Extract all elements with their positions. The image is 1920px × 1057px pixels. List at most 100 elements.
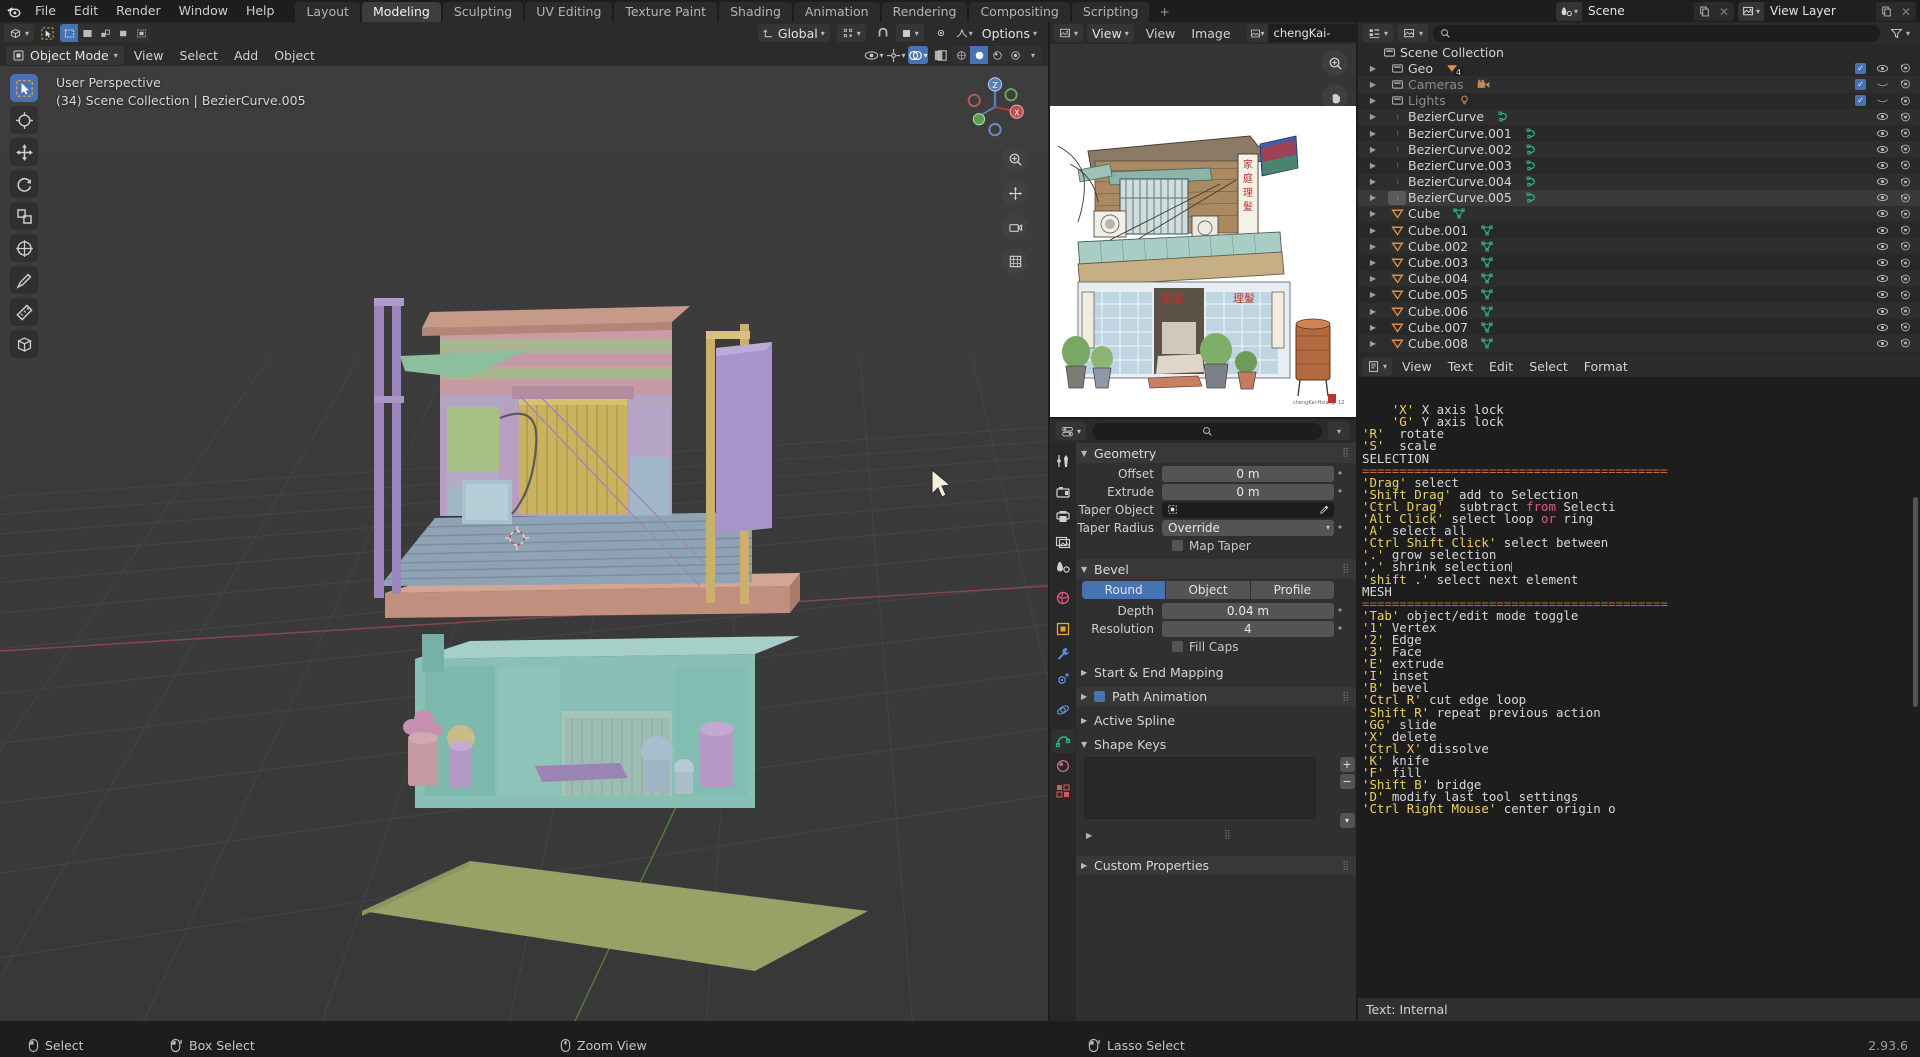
- navigation-gizmo[interactable]: Z X: [962, 74, 1028, 140]
- zoom-icon[interactable]: [1322, 50, 1348, 76]
- proportional-edit-falloff[interactable]: ▾: [896, 24, 924, 42]
- image-menu-image-1[interactable]: Image: [1183, 24, 1238, 43]
- outliner-row[interactable]: ▶Geo4✓: [1358, 60, 1920, 76]
- expand-arrow-icon[interactable]: ▶: [1366, 274, 1380, 283]
- visibility-eye-icon[interactable]: [1876, 241, 1889, 252]
- add-cube-tool[interactable]: [10, 330, 38, 358]
- unlink-x-icon[interactable]: ✕: [1714, 2, 1734, 21]
- move-view-icon[interactable]: [1002, 180, 1028, 206]
- text-editor-content[interactable]: 'X' X axis lock 'G' Y axis lock'R' rotat…: [1358, 377, 1920, 998]
- visibility-eye-icon[interactable]: [1876, 63, 1889, 74]
- mesh-data-icon[interactable]: [1480, 256, 1494, 269]
- properties-options-dropdown[interactable]: ▾: [1328, 422, 1350, 440]
- curve-data-icon[interactable]: [1496, 110, 1510, 123]
- expand-arrow-icon[interactable]: ▶: [1366, 258, 1380, 267]
- physics-tab[interactable]: [1051, 698, 1075, 722]
- menu-window[interactable]: Window: [170, 0, 237, 22]
- intersect-select-icon[interactable]: [132, 24, 150, 42]
- visibility-eye-icon[interactable]: [1876, 273, 1889, 284]
- render-visibility-icon[interactable]: [1899, 289, 1912, 301]
- exclude-checkbox[interactable]: ✓: [1855, 79, 1866, 90]
- blender-logo-icon[interactable]: [0, 0, 26, 22]
- transform-tool[interactable]: [10, 234, 38, 262]
- visibility-eye-icon[interactable]: [1876, 160, 1889, 171]
- viewport-menu-view[interactable]: View: [126, 46, 172, 65]
- expand-arrow-icon[interactable]: ▶: [1366, 80, 1380, 89]
- tweak-select-mode-icon[interactable]: [78, 24, 96, 42]
- proportional-edit-icon[interactable]: [931, 24, 951, 42]
- visibility-eye-icon[interactable]: ▾: [864, 46, 884, 64]
- scene-selector[interactable]: ▾ Scene ✕: [1556, 2, 1734, 21]
- image-editor[interactable]: 家 庭 理 髮: [1050, 44, 1356, 417]
- visibility-eye-icon[interactable]: [1876, 322, 1889, 333]
- workspace-tab-shading[interactable]: Shading: [719, 2, 792, 22]
- visibility-eye-icon[interactable]: [1876, 144, 1889, 155]
- bevel-depth-field[interactable]: 0.04 m: [1162, 603, 1334, 619]
- exclude-checkbox[interactable]: ✓: [1855, 63, 1866, 74]
- offset-animate-dot[interactable]: •: [1334, 467, 1346, 480]
- modifier-tab[interactable]: [1051, 642, 1075, 666]
- drag-handle[interactable]: ⣿: [1342, 448, 1350, 458]
- texture-tab[interactable]: [1051, 779, 1075, 803]
- fill-caps-row[interactable]: Fill Caps: [1076, 638, 1356, 655]
- taper-object-field[interactable]: [1162, 502, 1334, 518]
- outliner-row[interactable]: ▶Cube.005: [1358, 287, 1920, 303]
- outliner-row[interactable]: ▶Cube: [1358, 206, 1920, 222]
- outliner-row[interactable]: ▶Cube.003: [1358, 254, 1920, 270]
- mode-selector[interactable]: Object Mode▾: [6, 46, 124, 65]
- expand-arrow-icon[interactable]: ▶: [1366, 242, 1380, 251]
- outliner-row[interactable]: ▶Cameras✓: [1358, 76, 1920, 92]
- world-tab[interactable]: [1051, 586, 1075, 610]
- shape-keys-list[interactable]: [1084, 757, 1316, 819]
- visibility-eye-icon[interactable]: [1876, 128, 1889, 139]
- overlays-icon[interactable]: ▾: [908, 46, 928, 64]
- scene-tab[interactable]: [1051, 555, 1075, 579]
- curve-data-icon[interactable]: [1524, 143, 1538, 156]
- 3d-viewport[interactable]: User Perspective (34) Scene Collection |…: [0, 66, 1048, 1021]
- outliner-row[interactable]: ▶Cube.001: [1358, 222, 1920, 238]
- properties-search-input[interactable]: [1092, 423, 1322, 440]
- mesh-data-icon[interactable]: [1480, 272, 1494, 285]
- menu-file[interactable]: File: [26, 0, 65, 22]
- bevel-depth-animate-dot[interactable]: •: [1334, 604, 1346, 617]
- render-tab[interactable]: [1051, 480, 1075, 504]
- zoom-icon[interactable]: [1002, 146, 1028, 172]
- workspace-tab-modeling[interactable]: Modeling: [362, 2, 441, 22]
- outliner-row[interactable]: ▶BezierCurve.003: [1358, 157, 1920, 173]
- taper-radius-animate-dot[interactable]: •: [1334, 521, 1346, 534]
- image-editor-view-mode[interactable]: View▾: [1087, 24, 1134, 42]
- bevel-panel-header[interactable]: ▼ Bevel ⣿: [1076, 559, 1356, 579]
- shading-mode-group[interactable]: ▾: [952, 46, 1042, 64]
- expand-arrow-icon[interactable]: ▶: [1366, 177, 1380, 186]
- outliner-row[interactable]: ▶BezierCurve.002: [1358, 141, 1920, 157]
- view-layer-name[interactable]: View Layer: [1764, 2, 1876, 21]
- menu-edit[interactable]: Edit: [65, 0, 107, 22]
- render-visibility-icon[interactable]: [1899, 273, 1912, 285]
- render-visibility-icon[interactable]: [1899, 192, 1912, 204]
- expand-arrow-icon[interactable]: ▶: [1366, 96, 1380, 105]
- render-visibility-icon[interactable]: [1899, 321, 1912, 333]
- bevel-resolution-animate-dot[interactable]: •: [1334, 622, 1346, 635]
- options-button[interactable]: Options▾: [977, 24, 1042, 42]
- outliner-row[interactable]: ▶Cube.004: [1358, 271, 1920, 287]
- material-tab[interactable]: [1051, 754, 1075, 778]
- mesh-data-icon[interactable]: [1452, 207, 1466, 220]
- bevel-profile-button[interactable]: Profile: [1251, 581, 1334, 599]
- visibility-eye-icon[interactable]: [1876, 257, 1889, 268]
- visibility-eye-icon[interactable]: [1876, 79, 1889, 90]
- select-mode-group[interactable]: [60, 24, 150, 42]
- render-visibility-icon[interactable]: [1899, 111, 1912, 123]
- outliner-row[interactable]: ▶Cube.006: [1358, 303, 1920, 319]
- tweak-tool[interactable]: [10, 74, 38, 102]
- viewport-menu-object[interactable]: Object: [266, 46, 323, 65]
- outliner-root-row[interactable]: Scene Collection: [1358, 44, 1920, 60]
- render-visibility-icon[interactable]: [1899, 305, 1912, 317]
- custom-properties-panel-header[interactable]: ▶ Custom Properties ⣿: [1076, 856, 1356, 875]
- text-menu-view[interactable]: View: [1394, 357, 1440, 376]
- drag-handle[interactable]: ⣿: [1342, 692, 1350, 702]
- curve-data-icon[interactable]: [1524, 127, 1538, 140]
- render-visibility-icon[interactable]: [1899, 143, 1912, 155]
- camera-view-icon[interactable]: [1002, 214, 1028, 240]
- filter-funnel-icon[interactable]: ▾: [1885, 24, 1915, 42]
- path-animation-checkbox[interactable]: [1094, 691, 1105, 702]
